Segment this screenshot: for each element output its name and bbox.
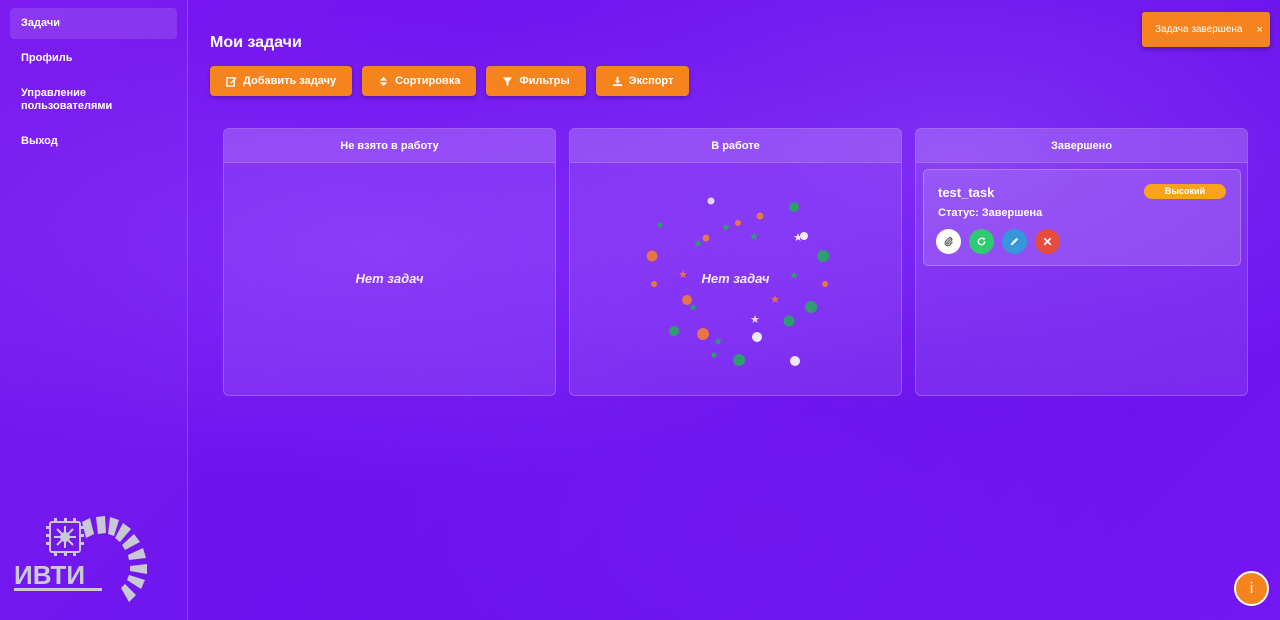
svg-text:★: ★	[721, 221, 731, 234]
export-label: Экспорт	[628, 75, 674, 87]
edit-square-icon	[226, 76, 237, 87]
column-done: Завершено test_task Высокий Статус: Заве…	[915, 128, 1248, 396]
svg-text:★: ★	[688, 301, 698, 314]
task-actions	[936, 229, 1060, 254]
sidebar: Задачи Профиль Управление пользователями…	[0, 0, 188, 620]
export-button[interactable]: Экспорт	[595, 66, 690, 96]
add-task-button[interactable]: Добавить задачу	[210, 66, 353, 96]
toast-message: Задача завершена	[1155, 24, 1243, 35]
toolbar: Добавить задачу Сортировка Фильтры Экспо…	[210, 66, 690, 96]
attach-button[interactable]	[936, 229, 961, 254]
svg-text:★: ★	[693, 237, 703, 250]
task-board: Не взято в работу Нет задач В работе ★ ★…	[223, 128, 1248, 396]
download-icon	[612, 76, 622, 86]
sidebar-nav: Задачи Профиль Управление пользователями…	[0, 0, 187, 157]
sidebar-item-tasks[interactable]: Задачи	[10, 8, 177, 39]
filter-icon	[503, 76, 513, 86]
svg-text:★: ★	[770, 293, 780, 306]
empty-state-text: Нет задач	[355, 271, 424, 286]
sidebar-item-profile[interactable]: Профиль	[10, 43, 177, 74]
column-in-progress: В работе ★ ★ ★ ★ ★ ★ ★ ★ ★ ★ Нет задач	[569, 128, 902, 396]
toast-close-button[interactable]: ×	[1256, 24, 1262, 36]
sidebar-item-logout[interactable]: Выход	[10, 126, 177, 157]
pencil-icon	[1010, 237, 1019, 246]
page-title: Мои задачи	[210, 34, 302, 51]
delete-button[interactable]	[1035, 229, 1060, 254]
svg-text:★: ★	[713, 335, 723, 348]
logo-text: ИВТИ	[14, 560, 85, 590]
main-content: Мои задачи Добавить задачу Сортировка Фи…	[188, 0, 1280, 620]
refresh-icon	[977, 237, 986, 246]
sidebar-item-user-management[interactable]: Управление пользователями	[10, 78, 112, 122]
paperclip-icon	[944, 237, 953, 247]
task-status: Статус: Завершена	[938, 207, 1043, 219]
filters-button[interactable]: Фильтры	[486, 66, 586, 96]
ivti-logo: ИВТИ	[14, 516, 147, 602]
column-not-started: Не взято в работу Нет задач	[223, 128, 556, 396]
empty-state-text: Нет задач	[701, 271, 770, 286]
restore-button[interactable]	[969, 229, 994, 254]
sort-button[interactable]: Сортировка	[362, 66, 477, 96]
priority-badge: Высокий	[1144, 184, 1226, 199]
svg-text:★: ★	[793, 231, 803, 244]
add-task-label: Добавить задачу	[243, 75, 337, 87]
edit-button[interactable]	[1002, 229, 1027, 254]
task-title: test_task	[938, 185, 995, 200]
filters-label: Фильтры	[519, 75, 570, 87]
close-icon	[1043, 237, 1052, 246]
toast-notification: Задача завершена ×	[1142, 12, 1270, 47]
column-header: В работе	[570, 129, 901, 163]
svg-text:★: ★	[750, 313, 760, 326]
svg-text:★: ★	[749, 230, 759, 243]
sort-icon	[379, 76, 388, 86]
column-header: Завершено	[916, 129, 1247, 163]
sort-label: Сортировка	[395, 75, 461, 87]
task-card[interactable]: test_task Высокий Статус: Завершена	[923, 169, 1241, 266]
column-header: Не взято в работу	[224, 129, 555, 163]
info-button[interactable]: i	[1234, 571, 1269, 606]
